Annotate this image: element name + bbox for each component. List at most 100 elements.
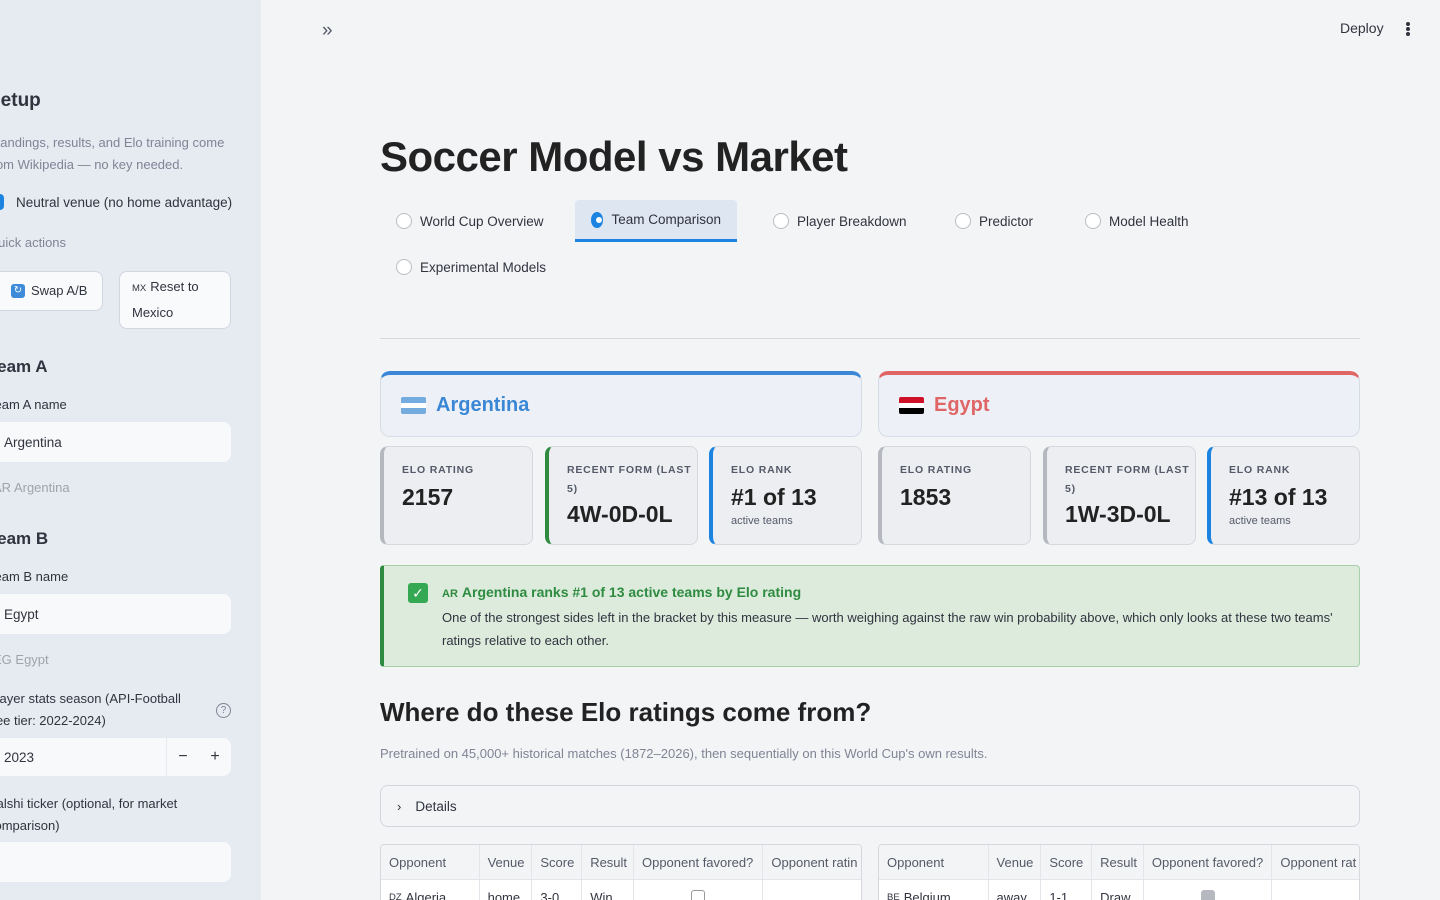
swap-icon: ↻: [11, 284, 25, 298]
season-value[interactable]: 2023: [0, 738, 167, 776]
table-row[interactable]: BE Belgium away 1-1 Draw: [879, 880, 1359, 900]
team-a-elo-rating-metric: ELO RATING 2157: [380, 446, 533, 545]
swap-button-label: Swap A/B: [31, 283, 88, 298]
tab-label: Player Breakdown: [797, 213, 907, 229]
column-header[interactable]: Venue: [988, 845, 1042, 879]
mexico-code: MX: [132, 283, 147, 294]
expand-sidebar-icon[interactable]: »: [322, 20, 333, 42]
radio-icon: [1085, 213, 1101, 229]
metric-label: ELO RANK: [731, 464, 793, 476]
metric-value: #1 of 13: [731, 484, 817, 510]
team-b-heading: Team B: [0, 529, 49, 548]
radio-icon: [773, 213, 789, 229]
favored-cell: [634, 880, 764, 900]
team-a-elo-rank-metric: ELO RANK #1 of 13 active teams: [709, 446, 862, 545]
team-a-help: AR Argentina: [0, 480, 70, 495]
score-cell: 1-1: [1041, 880, 1093, 900]
opponent-name: Algeria: [405, 889, 447, 900]
table-row[interactable]: DZ Algeria home 3-0 Win: [381, 880, 861, 900]
opponent-cell: BE Belgium: [879, 880, 989, 900]
rating-cell: [1272, 880, 1359, 900]
column-header[interactable]: Result: [1092, 845, 1144, 879]
team-b-results-table[interactable]: Opponent Venue Score Result Opponent fav…: [878, 844, 1360, 900]
column-header[interactable]: Opponent rat: [1272, 845, 1359, 879]
metric-sub: active teams: [1229, 515, 1291, 527]
chevron-right-icon: ›: [397, 798, 402, 814]
season-stepper[interactable]: 2023 − +: [0, 738, 231, 776]
season-label: Player stats season (API-Football free t…: [0, 691, 181, 728]
team-a-heading: Team A: [0, 357, 48, 376]
team-b-name: Egypt: [934, 394, 990, 416]
alert-body: One of the strongest sides left in the b…: [442, 610, 1333, 648]
elo-section-heading: Where do these Elo ratings come from?: [380, 697, 872, 727]
team-a-recent-form-metric: RECENT FORM (LAST 5) 4W-0D-0L: [545, 446, 698, 545]
metric-value: 1W-3D-0L: [1065, 501, 1171, 527]
column-header[interactable]: Score: [532, 845, 583, 879]
tab-experimental-models[interactable]: Experimental Models: [380, 246, 562, 288]
tab-label: World Cup Overview: [420, 213, 544, 229]
team-b-help: EG Egypt: [0, 652, 49, 667]
ticker-label: Kalshi ticker (optional, for market comp…: [0, 796, 178, 833]
team-b-input[interactable]: Egypt: [0, 594, 231, 634]
team-b-name-label: Team B name: [0, 569, 69, 584]
radio-icon: [955, 213, 971, 229]
country-code: AR: [442, 588, 458, 600]
team-a-input[interactable]: Argentina: [0, 422, 231, 462]
argentina-flag-icon: [401, 397, 426, 414]
divider: [380, 338, 1360, 339]
details-expander[interactable]: › Details: [380, 785, 1360, 827]
metric-label: ELO RANK: [1229, 464, 1291, 476]
deploy-button[interactable]: Deploy: [1340, 20, 1384, 36]
result-cell: Win: [582, 880, 634, 900]
elo-section-caption: Pretrained on 45,000+ historical matches…: [380, 746, 988, 761]
column-header[interactable]: Venue: [479, 845, 533, 879]
country-code: BE: [887, 891, 900, 900]
help-icon[interactable]: ?: [216, 703, 231, 718]
column-header[interactable]: Score: [1041, 845, 1093, 879]
column-header[interactable]: Opponent favored?: [633, 845, 764, 879]
metric-sub: active teams: [731, 515, 793, 527]
success-alert: ✓ AR Argentina ranks #1 of 13 active team…: [380, 565, 1360, 667]
swap-button[interactable]: ↻ Swap A/B: [0, 271, 103, 311]
egypt-flag-icon: [899, 397, 924, 414]
column-header[interactable]: Opponent favored?: [1143, 845, 1273, 879]
quick-actions-label: Quick actions: [0, 235, 67, 250]
team-b-header: Egypt: [878, 371, 1360, 437]
column-header[interactable]: Opponent: [879, 845, 989, 879]
tab-model-health[interactable]: Model Health: [1069, 200, 1205, 242]
column-header[interactable]: Opponent ratin: [763, 845, 861, 879]
tab-player-breakdown[interactable]: Player Breakdown: [757, 200, 923, 242]
favored-cell: [1144, 880, 1273, 900]
unchecked-checkbox-icon: [691, 890, 706, 900]
tab-world-cup-overview[interactable]: World Cup Overview: [380, 200, 560, 242]
team-a-name: Argentina: [436, 394, 530, 416]
team-a-results-table[interactable]: Opponent Venue Score Result Opponent fav…: [380, 844, 862, 900]
table-header-row: Opponent Venue Score Result Opponent fav…: [879, 845, 1359, 880]
increment-button[interactable]: +: [199, 738, 231, 776]
column-header[interactable]: Result: [582, 845, 634, 879]
neutral-venue-checkbox[interactable]: ✓ Neutral venue (no home advantage): [0, 194, 232, 210]
radio-selected-icon: [591, 211, 604, 228]
column-header[interactable]: Opponent: [381, 845, 480, 879]
team-b-recent-form-metric: RECENT FORM (LAST 5) 1W-3D-0L: [1043, 446, 1196, 545]
sidebar: Setup Standings, results, and Elo traini…: [0, 0, 261, 900]
metric-label: ELO RATING: [900, 464, 972, 476]
metric-value: 1853: [900, 484, 952, 510]
ticker-input[interactable]: [0, 842, 231, 882]
reset-mexico-button[interactable]: MX Reset to Mexico: [119, 271, 231, 329]
team-b-elo-rank-metric: ELO RANK #13 of 13 active teams: [1207, 446, 1360, 545]
alert-title-text: Argentina ranks #1 of 13 active teams by…: [461, 584, 802, 600]
main-menu-icon[interactable]: [1401, 19, 1415, 39]
metric-value: 2157: [402, 484, 454, 510]
opponent-cell: DZ Algeria: [381, 880, 480, 900]
tab-label: Model Health: [1109, 213, 1189, 229]
checked-checkbox-icon: [1200, 890, 1215, 900]
tab-label: Experimental Models: [420, 259, 547, 275]
details-label: Details: [415, 798, 457, 814]
team-a-header: Argentina: [380, 371, 862, 437]
decrement-button[interactable]: −: [167, 738, 199, 776]
sidebar-title: Setup: [0, 90, 41, 111]
tab-predictor[interactable]: Predictor: [939, 200, 1049, 242]
metric-label: ELO RATING: [402, 464, 474, 476]
tab-team-comparison[interactable]: Team Comparison: [575, 200, 737, 242]
